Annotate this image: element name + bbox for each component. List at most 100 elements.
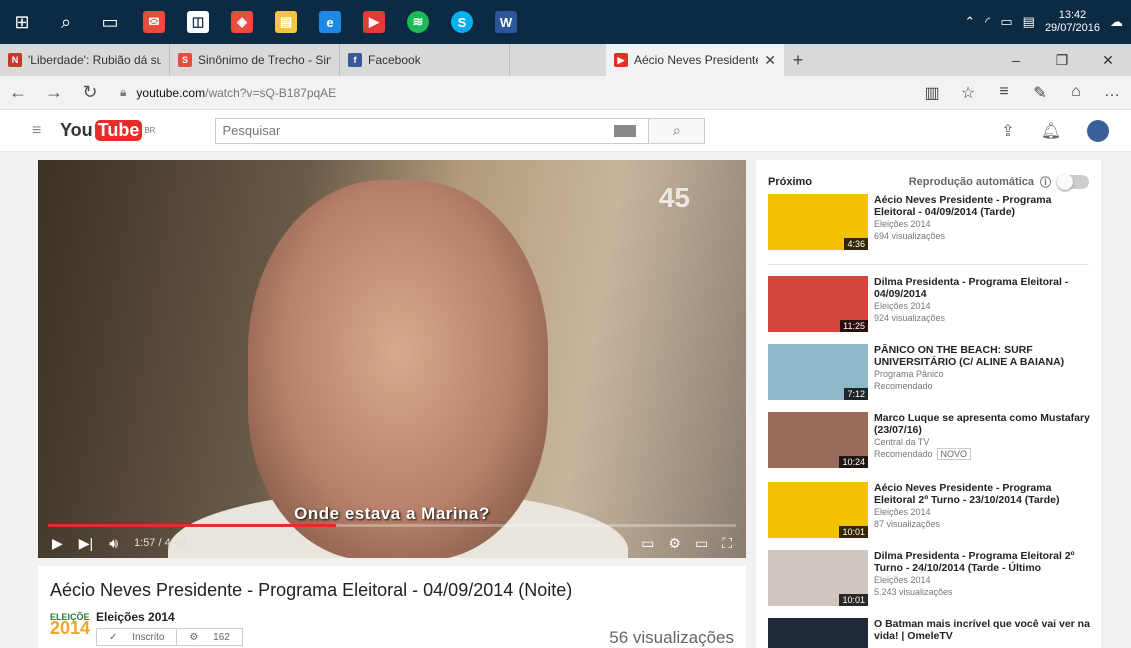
favorite-star-icon[interactable]: ☆ [953, 83, 983, 103]
list-item[interactable]: 7:12 PÂNICO ON THE BEACH: SURF UNIVERSIT… [768, 344, 1093, 406]
bell-icon[interactable]: 🔔︎ [1041, 121, 1061, 141]
tab-active-youtube[interactable]: ▶ Aécio Neves Presidente ✕ [606, 44, 784, 76]
refresh-icon[interactable]: ↻ [72, 82, 108, 103]
store-app-icon[interactable]: ◫ [176, 0, 220, 44]
item-channel: Eleições 2014 [874, 575, 931, 585]
youtube-logo[interactable]: You Tube BR [60, 120, 155, 141]
weather-icon[interactable]: ☁ [1110, 14, 1123, 30]
video-thumbnail[interactable]: 11:25 [768, 276, 868, 332]
chevron-up-icon[interactable]: ⌃ [964, 14, 975, 30]
theater-mode-icon[interactable]: ▭ [695, 535, 708, 552]
subscribe-button[interactable]: ✓ Inscrito ⚙ 162 [96, 628, 243, 646]
video-player[interactable]: 45 Onde estava a Marina? ▶ ▶| 🔊︎ 1:57 / … [38, 160, 746, 558]
settings-gear-icon[interactable]: ⚙ [668, 535, 681, 552]
keyboard-icon[interactable] [614, 124, 637, 137]
back-icon[interactable]: ← [0, 82, 36, 103]
video-thumbnail[interactable] [768, 618, 868, 648]
upload-icon[interactable]: ⇪ [1001, 121, 1014, 141]
tab-sinonimo[interactable]: S Sinônimo de Trecho - Sinôn [170, 44, 340, 76]
duration-badge: 11:25 [840, 320, 868, 332]
list-item[interactable]: 10:24 Marco Luque se apresenta como Must… [768, 412, 1093, 474]
item-views: 87 visualizações [874, 519, 941, 529]
close-window-icon[interactable]: ✕ [1085, 44, 1131, 76]
video-thumbnail[interactable]: 10:01 [768, 550, 868, 606]
list-item[interactable]: 11:25 Dilma Presidenta - Programa Eleito… [768, 276, 1093, 338]
clock[interactable]: 13:42 29/07/2016 [1045, 9, 1100, 35]
list-item[interactable]: O Batman mais incrível que você vai ver … [768, 618, 1093, 648]
wifi-icon[interactable]: ◜ [985, 14, 990, 30]
info-icon[interactable]: ⓘ [1040, 174, 1051, 190]
item-views: Recomendado [874, 381, 933, 391]
player-controls: ▶ ▶| 🔊︎ 1:57 / 4:40 ▭ ⚙ ▭ ⛶ [38, 528, 746, 558]
close-tab-icon[interactable]: ✕ [764, 52, 776, 69]
video-thumbnail[interactable]: 7:12 [768, 344, 868, 400]
divider [768, 264, 1089, 265]
search-button[interactable]: ⌕ [648, 118, 705, 143]
duration-badge: 4:36 [844, 238, 868, 250]
hub-icon[interactable]: ≡ [989, 83, 1019, 103]
address-bar: ← → ↻ 🔒︎ youtube.com/watch?v=sQ-B187pqAE… [0, 76, 1131, 110]
item-channel: Central da TV [874, 437, 930, 447]
tab-liberdade[interactable]: N 'Liberdade': Rubião dá surra [0, 44, 170, 76]
item-title[interactable]: Dilma Presidenta - Programa Eleitoral - … [874, 276, 1093, 300]
item-views: 924 visualizações [874, 313, 946, 323]
search-box: ⌕ [215, 117, 706, 144]
autoplay-toggle[interactable] [1057, 174, 1089, 190]
skype-icon[interactable]: S [440, 0, 484, 44]
share-icon[interactable]: ⌂ [1061, 83, 1091, 103]
list-item[interactable]: 4:36 Aécio Neves Presidente - Programa E… [768, 194, 1093, 256]
fullscreen-icon[interactable]: ⛶ [722, 535, 732, 552]
captions-icon[interactable]: ▭ [641, 535, 654, 552]
edge-browser-icon[interactable]: e [308, 0, 352, 44]
list-item[interactable]: 10:01 Dilma Presidenta - Programa Eleito… [768, 550, 1093, 612]
forward-icon[interactable]: → [36, 82, 72, 103]
word-icon[interactable]: W [484, 0, 528, 44]
video-thumbnail[interactable]: 10:24 [768, 412, 868, 468]
item-channel: Eleições 2014 [874, 219, 931, 229]
item-title[interactable]: Aécio Neves Presidente - Programa Eleito… [874, 482, 1093, 506]
item-title[interactable]: O Batman mais incrível que você vai ver … [874, 618, 1093, 642]
search-input[interactable] [216, 118, 615, 143]
item-title[interactable]: Aécio Neves Presidente - Programa Eleito… [874, 194, 1093, 218]
windows-start-icon[interactable]: ⊞ [0, 0, 44, 44]
item-title[interactable]: Dilma Presidenta - Programa Eleitoral 2º… [874, 550, 1093, 574]
restore-icon[interactable]: ❐ [1039, 44, 1085, 76]
new-tab-icon[interactable]: + [784, 44, 812, 76]
notification-icon[interactable]: ▤ [1023, 14, 1035, 30]
avatar[interactable] [1087, 119, 1109, 142]
item-channel: Eleições 2014 [874, 301, 931, 311]
video-frame-face [248, 180, 548, 558]
task-view-icon[interactable]: ▭ [88, 0, 132, 44]
tab-favicon: S [178, 53, 192, 67]
web-note-icon[interactable]: ✎ [1025, 83, 1055, 103]
item-title[interactable]: Marco Luque se apresenta como Mustafary … [874, 412, 1093, 436]
spotify-icon[interactable]: ≋ [396, 0, 440, 44]
item-title[interactable]: PÂNICO ON THE BEACH: SURF UNIVERSITÁRIO … [874, 344, 1093, 368]
check-icon: ✓ [109, 631, 118, 643]
next-icon[interactable]: ▶| [79, 535, 93, 552]
channel-name[interactable]: Eleições 2014 [96, 610, 175, 624]
tab-facebook[interactable]: f Facebook [340, 44, 510, 76]
mail-app-icon[interactable]: ✉ [132, 0, 176, 44]
minimize-icon[interactable]: – [993, 44, 1039, 76]
shield-app-icon[interactable]: ◈ [220, 0, 264, 44]
item-views: Recomendado NOVO [874, 448, 1093, 460]
progress-bar[interactable] [48, 524, 736, 527]
menu-icon[interactable]: ≡ [32, 122, 60, 140]
bookmark-app-icon[interactable]: ▶ [352, 0, 396, 44]
facebook-icon: f [348, 53, 362, 67]
more-icon[interactable]: … [1097, 83, 1127, 103]
search-icon[interactable]: ⌕ [44, 0, 88, 44]
video-thumbnail[interactable]: 10:01 [768, 482, 868, 538]
url-field[interactable]: 🔒︎ youtube.com/watch?v=sQ-B187pqAE [120, 85, 336, 100]
video-thumbnail[interactable]: 4:36 [768, 194, 868, 250]
video-info: Aécio Neves Presidente - Programa Eleito… [38, 566, 746, 648]
reading-view-icon[interactable]: ▥ [917, 83, 947, 103]
list-item[interactable]: 10:01 Aécio Neves Presidente - Programa … [768, 482, 1093, 544]
battery-icon[interactable]: ▭ [1000, 14, 1012, 30]
play-icon[interactable]: ▶ [52, 535, 63, 552]
item-channel: Eleições 2014 [874, 507, 931, 517]
volume-icon[interactable]: 🔊︎ [109, 535, 118, 552]
channel-logo[interactable]: ELEIÇÕE 2014 [50, 612, 90, 642]
file-explorer-icon[interactable]: ▤ [264, 0, 308, 44]
